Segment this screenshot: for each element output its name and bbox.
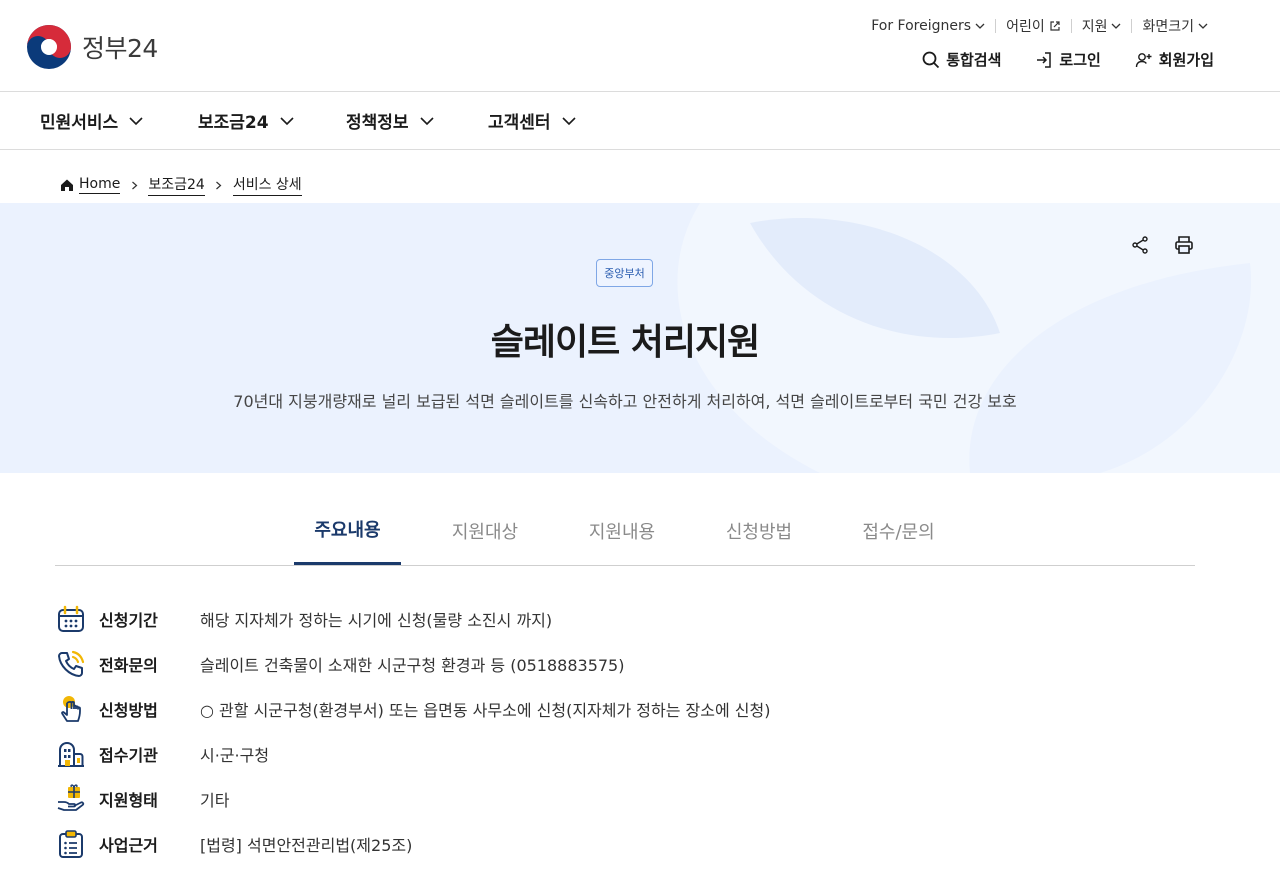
info-row-support-type: 지원형태 기타	[55, 776, 1195, 821]
nav-customer-center[interactable]: 고객센터	[488, 108, 577, 133]
service-hero: 중앙부처 슬레이트 처리지원 70년대 지붕개량재로 널리 보급된 석면 슬레이…	[0, 203, 1280, 473]
kids-link[interactable]: 어린이	[996, 16, 1071, 36]
info-label: 신청기간	[99, 610, 158, 630]
chevron-down-icon	[419, 116, 434, 125]
page-title: 슬레이트 처리지원	[490, 322, 761, 363]
calendar-icon	[55, 603, 87, 635]
detail-tabs: 주요내용 지원대상 지원내용 신청방법 접수/문의	[55, 495, 1195, 566]
login-button[interactable]: 로그인	[1035, 49, 1101, 70]
chevron-down-icon	[561, 116, 576, 125]
chevron-right-icon	[131, 181, 138, 189]
info-value: ○ 관할 시군구청(환경부서) 또는 읍면동 사무소에 신청(지자체가 정하는 …	[200, 700, 771, 720]
share-icon	[1132, 236, 1148, 254]
chevron-down-icon	[975, 23, 985, 29]
chevron-down-icon	[129, 116, 143, 125]
info-label: 접수기관	[99, 745, 158, 765]
search-button[interactable]: 통합검색	[922, 49, 1001, 70]
info-row-application-period: 신청기간 해당 지자체가 정하는 시기에 신청(물량 소진시 까지)	[55, 596, 1195, 641]
clipboard-icon	[55, 828, 87, 860]
signup-button[interactable]: 회원가입	[1135, 49, 1214, 70]
info-row-receiving-agency: 접수기관 시·군·구청	[55, 731, 1195, 776]
nav-label: 정책정보	[346, 113, 409, 133]
chevron-down-icon	[1198, 23, 1208, 29]
tab-main-content[interactable]: 주요내용	[294, 495, 401, 565]
info-row-phone-inquiry: 전화문의 슬레이트 건축물이 소재한 시군구청 환경과 등 (051888357…	[55, 641, 1195, 686]
utility-menu: For Foreigners 어린이 지원 화면크기	[861, 16, 1218, 36]
signup-label: 회원가입	[1158, 51, 1214, 69]
breadcrumb: Home 보조금24 서비스 상세	[60, 174, 302, 196]
util-label: For Foreigners	[871, 18, 972, 34]
building-icon	[55, 738, 87, 770]
breadcrumb-separator	[120, 181, 148, 190]
search-label: 통합검색	[946, 51, 1002, 69]
breadcrumb-subsidy24[interactable]: 보조금24	[148, 174, 205, 196]
home-icon	[61, 179, 73, 191]
phone-icon	[55, 648, 87, 680]
support-menu[interactable]: 지원	[1072, 16, 1132, 36]
nav-subsidy24[interactable]: 보조금24	[198, 108, 295, 133]
nav-label: 고객센터	[488, 113, 551, 133]
print-button[interactable]	[1168, 229, 1200, 261]
info-label: 지원형태	[99, 790, 158, 810]
tab-support-content[interactable]: 지원내용	[572, 495, 672, 566]
tab-contact[interactable]: 접수/문의	[846, 495, 951, 566]
info-label: 전화문의	[99, 655, 158, 675]
info-label: 사업근거	[99, 835, 158, 855]
nav-label: 보조금24	[198, 113, 269, 133]
print-icon	[1175, 236, 1193, 254]
external-link-icon	[1050, 21, 1060, 31]
nav-policy-info[interactable]: 정책정보	[346, 108, 435, 133]
util-label: 화면크기	[1142, 19, 1194, 35]
touch-hand-icon	[55, 693, 87, 725]
info-value: 슬레이트 건축물이 소재한 시군구청 환경과 등 (0518883575)	[200, 655, 625, 675]
agency-badge: 중앙부처	[596, 259, 653, 287]
info-row-legal-basis: 사업근거 [법령] 석면안전관리법(제25조)	[55, 821, 1195, 866]
font-size-menu[interactable]: 화면크기	[1132, 16, 1218, 36]
breadcrumb-home[interactable]: Home	[79, 176, 121, 194]
service-description: 70년대 지붕개량재로 널리 보급된 석면 슬레이트를 신속하고 안전하게 처리…	[233, 392, 1017, 411]
main-navigation: 민원서비스 보조금24 정책정보 고객센터	[0, 93, 1280, 150]
search-icon	[922, 51, 940, 68]
info-value: 기타	[200, 790, 230, 810]
util-label: 어린이	[1006, 19, 1045, 35]
info-row-application-method: 신청방법 ○ 관할 시군구청(환경부서) 또는 읍면동 사무소에 신청(지자체가…	[55, 686, 1195, 731]
chevron-down-icon	[280, 116, 294, 125]
login-icon	[1037, 51, 1052, 68]
gift-hand-icon	[55, 783, 87, 815]
breadcrumb-service-detail[interactable]: 서비스 상세	[232, 174, 302, 196]
info-value: 해당 지자체가 정하는 시기에 신청(물량 소진시 까지)	[200, 610, 553, 630]
info-label: 신청방법	[99, 700, 158, 720]
nav-civil-services[interactable]: 민원서비스	[40, 108, 144, 133]
hero-tools	[1124, 229, 1200, 261]
tab-eligibility[interactable]: 지원대상	[435, 495, 535, 566]
taegeuk-logo-icon	[27, 25, 71, 69]
chevron-right-icon	[216, 181, 222, 189]
util-label: 지원	[1081, 19, 1108, 35]
site-name: 정부24	[82, 34, 158, 63]
nav-label: 민원서비스	[40, 113, 119, 133]
for-foreigners-menu[interactable]: For Foreigners	[861, 16, 995, 36]
breadcrumb-separator	[205, 181, 233, 190]
chevron-down-icon	[1112, 23, 1121, 29]
info-value: 시·군·구청	[200, 745, 270, 765]
info-value: [법령] 석면안전관리법(제25조)	[200, 835, 413, 855]
site-header: 정부24 For Foreigners 어린이 지원 화면크기 통합검색 로그인…	[0, 0, 1280, 92]
header-actions: 통합검색 로그인 회원가입	[922, 49, 1214, 70]
tab-application-method[interactable]: 신청방법	[709, 495, 809, 566]
share-button[interactable]	[1124, 229, 1156, 261]
add-user-icon	[1135, 52, 1152, 67]
login-label: 로그인	[1059, 51, 1101, 69]
site-logo[interactable]: 정부24	[26, 24, 158, 70]
